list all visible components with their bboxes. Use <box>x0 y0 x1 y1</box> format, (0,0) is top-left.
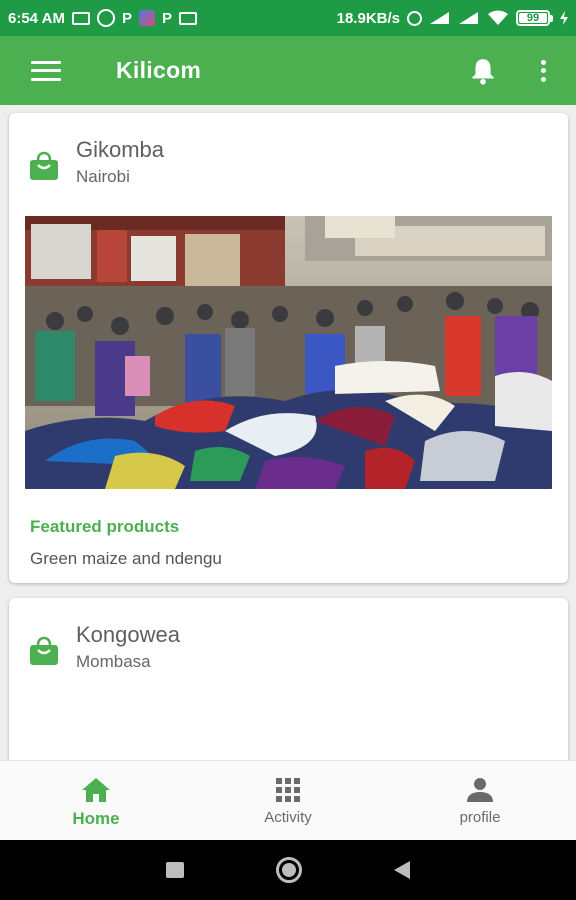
status-time: 6:54 AM <box>8 9 65 27</box>
shopping-bag-icon <box>30 636 58 665</box>
p-app-icon: P <box>161 9 172 27</box>
more-vertical-icon[interactable] <box>540 59 546 82</box>
market-card[interactable]: Kongowea Mombasa <box>9 598 568 760</box>
shopping-bag-icon <box>30 151 58 180</box>
home-icon <box>82 778 110 802</box>
market-city: Nairobi <box>76 167 130 186</box>
bell-icon[interactable] <box>470 57 496 85</box>
nav-activity-label: Activity <box>264 809 312 826</box>
person-icon <box>467 778 493 802</box>
app-bar: Kilicom <box>0 36 576 105</box>
bottom-navigation: Home Activity profile <box>0 760 576 840</box>
app-title: Kilicom <box>116 57 202 83</box>
alarm-icon <box>407 10 422 26</box>
market-photo <box>25 216 552 489</box>
market-card-header: Gikomba Nairobi <box>9 113 568 203</box>
signal-icon <box>459 12 478 24</box>
hamburger-menu-icon[interactable] <box>31 60 61 81</box>
message-icon <box>71 11 90 25</box>
market-card-header: Kongowea Mombasa <box>9 598 568 688</box>
network-speed: 18.9KB/s <box>336 9 400 27</box>
colorful-app-icon <box>138 10 155 26</box>
charging-icon <box>560 11 568 25</box>
crowded-market-image <box>25 216 552 489</box>
whatsapp-icon <box>96 9 115 27</box>
wifi-icon <box>488 10 508 25</box>
market-city: Mombasa <box>76 652 151 671</box>
status-bar: 6:54 AM P P 18.9KB/s 99 <box>0 0 576 36</box>
market-name: Kongowea <box>76 622 180 647</box>
market-name: Gikomba <box>76 137 165 162</box>
featured-products-label: Featured products <box>30 517 180 536</box>
battery-icon: 99 <box>516 10 553 26</box>
status-bar-right: 18.9KB/s 99 <box>337 10 568 27</box>
grid-icon <box>276 778 300 802</box>
home-button-icon[interactable] <box>276 857 302 883</box>
market-card[interactable]: Gikomba Nairobi Featured products Green … <box>9 113 568 583</box>
back-icon[interactable] <box>394 861 410 879</box>
signal-icon <box>430 12 449 24</box>
nav-home-label: Home <box>72 809 120 828</box>
status-bar-left: 6:54 AM P P <box>8 9 197 27</box>
system-navigation-bar <box>0 840 576 900</box>
battery-level: 99 <box>519 13 547 24</box>
screen-icon <box>179 11 197 25</box>
recents-icon[interactable] <box>166 862 184 878</box>
nav-profile[interactable]: profile <box>384 761 576 840</box>
nav-activity[interactable]: Activity <box>192 761 384 840</box>
nav-profile-label: profile <box>459 809 501 826</box>
nav-home[interactable]: Home <box>0 761 192 840</box>
featured-products-value: Green maize and ndengu <box>30 549 222 568</box>
p-app-icon: P <box>121 9 132 27</box>
market-list: Gikomba Nairobi Featured products Green … <box>0 105 576 760</box>
